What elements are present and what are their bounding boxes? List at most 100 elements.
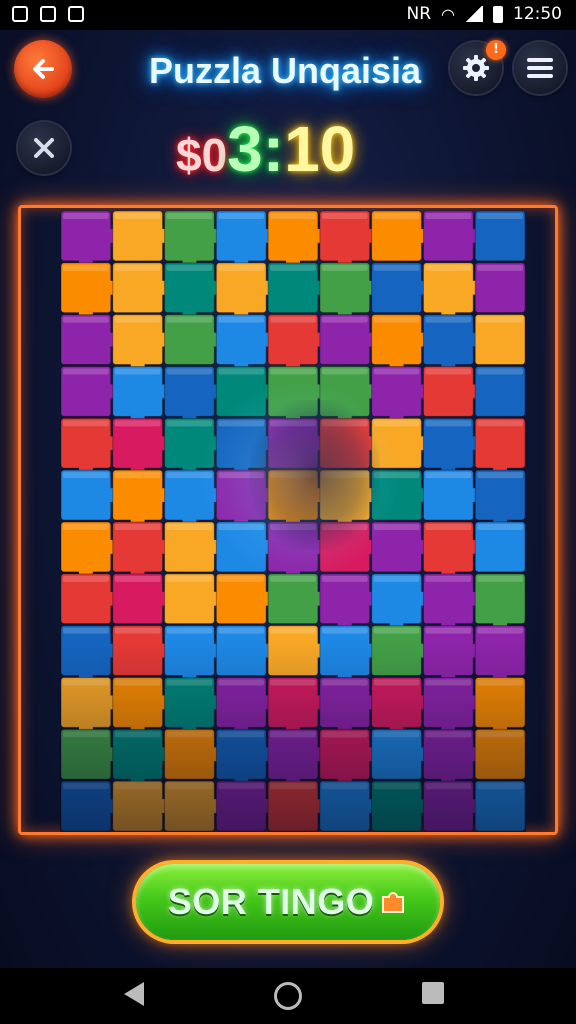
puzzle-piece-highlight: [477, 213, 523, 219]
puzzle-piece-highlight: [114, 472, 161, 479]
puzzle-piece-highlight: [63, 783, 109, 790]
puzzle-piece-highlight: [477, 316, 523, 323]
puzzle-piece-highlight: [477, 731, 523, 738]
nav-back-icon[interactable]: [124, 982, 144, 1006]
puzzle-piece-highlight: [270, 679, 316, 686]
puzzle-piece-highlight: [425, 316, 472, 323]
photo-icon: [68, 6, 84, 22]
puzzle-piece-highlight: [321, 679, 368, 686]
puzzle-piece-highlight: [218, 264, 265, 271]
puzzle-piece-highlight: [166, 524, 213, 530]
sort-button-label: SOR TINGO: [167, 881, 375, 922]
nav-home-icon[interactable]: [274, 982, 302, 1010]
puzzle-piece-highlight: [166, 420, 213, 427]
puzzle-piece-highlight: [425, 731, 472, 738]
puzzle-piece-highlight: [425, 472, 472, 479]
puzzle-piece-highlight: [218, 368, 265, 375]
puzzle-piece-highlight: [425, 679, 472, 686]
menu-button[interactable]: [514, 42, 566, 94]
puzzle-piece-highlight: [63, 524, 109, 530]
close-button[interactable]: [18, 122, 70, 174]
nav-recents-icon[interactable]: [422, 982, 444, 1004]
status-bar: NR ◠ 12:50: [0, 0, 576, 30]
close-icon: [34, 138, 54, 158]
timer-seconds: 10: [284, 113, 356, 185]
puzzle-piece-highlight: [218, 213, 265, 219]
puzzle-piece-highlight: [166, 627, 213, 634]
battery-icon: [493, 5, 503, 23]
puzzle-piece-highlight: [114, 524, 161, 530]
puzzle-piece-highlight: [425, 627, 472, 634]
puzzle-piece-highlight: [63, 264, 109, 271]
timer-minutes: 3:: [227, 113, 285, 185]
settings-button[interactable]: !: [450, 40, 506, 94]
puzzle-piece-highlight: [114, 420, 161, 427]
puzzle-piece-highlight: [477, 627, 523, 634]
puzzle-piece-highlight: [477, 679, 523, 686]
puzzle-piece-highlight: [114, 783, 161, 790]
puzzle-piece-highlight: [166, 472, 213, 479]
puzzle-piece-highlight: [373, 679, 420, 686]
puzzle-piece-highlight: [270, 731, 316, 738]
puzzle-piece-highlight: [270, 627, 316, 634]
notification-icon: [12, 6, 28, 22]
puzzle-piece-highlight: [321, 627, 368, 634]
puzzle-piece-highlight: [218, 627, 265, 634]
puzzle-piece-highlight: [63, 731, 109, 738]
puzzle-piece-highlight: [166, 368, 213, 375]
sort-button[interactable]: SOR TINGO: [136, 864, 440, 940]
puzzle-piece-highlight: [373, 264, 420, 271]
puzzle-piece-highlight: [373, 575, 420, 582]
puzzle-pieces-grid[interactable]: [60, 210, 526, 832]
puzzle-piece-highlight: [270, 575, 316, 582]
puzzle-piece-highlight: [63, 420, 109, 427]
back-button[interactable]: [14, 40, 72, 98]
puzzle-piece-highlight: [166, 679, 213, 686]
puzzle-piece-highlight: [321, 264, 368, 271]
puzzle-piece-highlight: [114, 316, 161, 323]
puzzle-piece-highlight: [321, 368, 368, 375]
signal-icon: [465, 6, 483, 22]
puzzle-piece-highlight: [321, 213, 368, 219]
puzzle-piece-highlight: [373, 524, 420, 530]
puzzle-piece-highlight: [373, 368, 420, 375]
puzzle-piece-highlight: [373, 627, 420, 634]
puzzle-piece-highlight: [218, 783, 265, 790]
puzzle-piece-highlight: [425, 368, 472, 375]
puzzle-piece-highlight: [166, 731, 213, 738]
puzzle-piece-highlight: [63, 213, 109, 219]
puzzle-piece-highlight: [477, 472, 523, 479]
puzzle-piece-highlight: [373, 472, 420, 479]
notification-badge: !: [486, 40, 506, 60]
puzzle-piece-highlight: [477, 420, 523, 427]
puzzle-piece-highlight: [218, 472, 265, 479]
timer-display: $0 3: 10: [176, 112, 406, 192]
puzzle-piece-highlight: [477, 368, 523, 375]
timer-prefix: $0: [176, 129, 228, 181]
puzzle-piece-highlight: [63, 368, 109, 375]
hamburger-menu-icon: [527, 58, 553, 78]
puzzle-piece-highlight: [321, 783, 368, 790]
puzzle-piece-highlight: [425, 783, 472, 790]
clock: 12:50: [513, 4, 562, 24]
puzzle-piece-highlight: [63, 472, 109, 479]
puzzle-piece-highlight: [321, 575, 368, 582]
puzzle-piece-highlight: [63, 316, 109, 323]
puzzle-piece-highlight: [270, 783, 316, 790]
puzzle-piece-highlight: [321, 420, 368, 427]
gear-icon: [463, 55, 489, 81]
arrow-left-icon: [33, 59, 54, 79]
puzzle-piece-highlight: [218, 420, 265, 427]
puzzle-board[interactable]: [60, 210, 526, 832]
puzzle-piece-highlight: [166, 316, 213, 323]
mail-icon: [40, 6, 56, 22]
puzzle-piece-highlight: [425, 524, 472, 530]
puzzle-piece-highlight: [218, 731, 265, 738]
puzzle-piece-highlight: [218, 316, 265, 323]
puzzle-piece-highlight: [166, 264, 213, 271]
puzzle-piece-highlight: [114, 264, 161, 271]
puzzle-piece-highlight: [321, 731, 368, 738]
puzzle-piece-highlight: [373, 420, 420, 427]
puzzle-piece-highlight: [373, 783, 420, 790]
puzzle-piece-highlight: [477, 524, 523, 530]
